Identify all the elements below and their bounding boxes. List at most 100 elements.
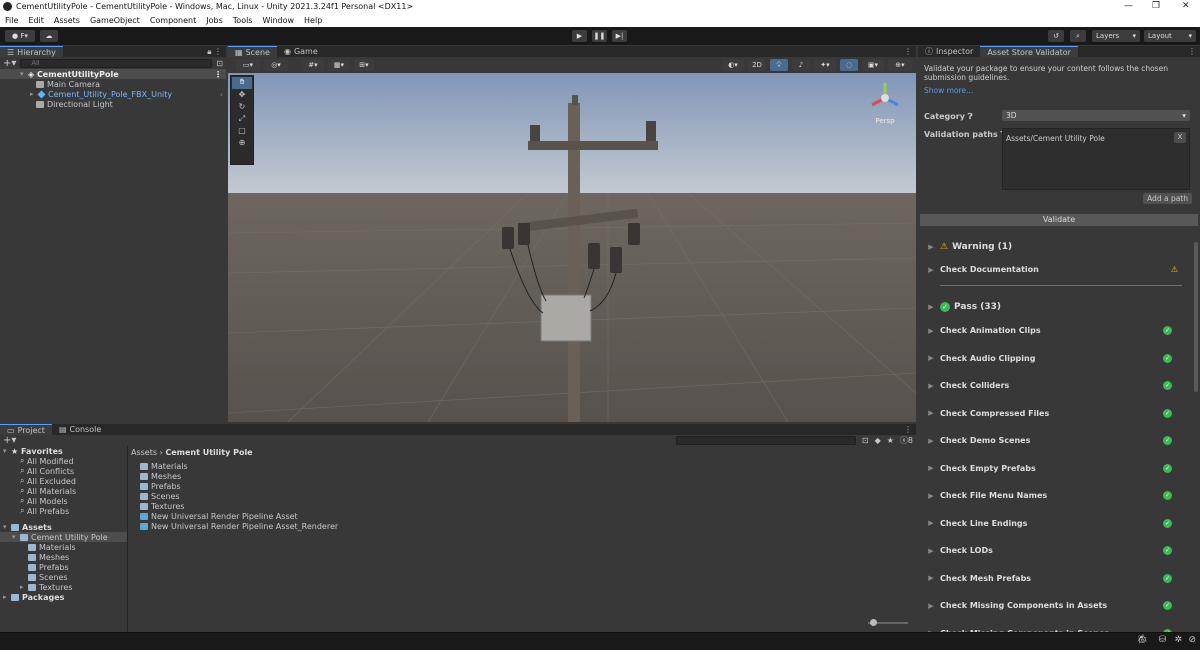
cache-icon[interactable]: ⛁ xyxy=(1158,635,1166,645)
favorites-row[interactable]: ▾ ★ Favorites xyxy=(0,446,127,456)
2d-toggle[interactable]: 2D xyxy=(748,59,766,71)
hierarchy-item[interactable]: ▸ Cement_Utility_Pole_FBX_Unity › xyxy=(0,89,226,99)
slider-handle[interactable] xyxy=(870,619,877,626)
pass-item[interactable]: ▶ Check Line Endings ✓ xyxy=(922,510,1192,537)
gizmos-button[interactable]: ⊕▾ xyxy=(888,59,912,71)
lock-icon[interactable]: 🔒︎ ⋮ xyxy=(207,47,222,57)
tab-game[interactable]: ◉ Game xyxy=(277,46,325,57)
favorite-item[interactable]: ⌕ All Prefabs xyxy=(0,506,127,516)
account-button[interactable]: ● F ▾ xyxy=(5,30,35,42)
pass-item[interactable]: ▶ Check Mesh Prefabs ✓ xyxy=(922,565,1192,592)
breadcrumb-root[interactable]: Assets xyxy=(131,448,157,457)
favorite-item[interactable]: ⌕ All Excluded xyxy=(0,476,127,486)
layout-dropdown[interactable]: Layout ▾ xyxy=(1144,30,1196,42)
rect-tool-icon[interactable]: ▢ xyxy=(231,126,253,138)
camera-button[interactable]: ▣▾ xyxy=(862,59,884,71)
hand-tool-icon[interactable]: ✋︎ xyxy=(232,77,252,89)
cloud-button[interactable]: ☁ xyxy=(40,30,58,42)
minimize-icon[interactable]: — xyxy=(1124,1,1133,11)
asset-folder-item[interactable]: Materials xyxy=(0,542,127,552)
scrollbar[interactable] xyxy=(1194,242,1198,392)
menu-tools[interactable]: Tools xyxy=(233,16,253,25)
maximize-icon[interactable]: ❐ xyxy=(1152,1,1160,11)
show-more-link[interactable]: Show more... xyxy=(918,82,1200,99)
more-icon[interactable]: ⋮ xyxy=(904,47,912,56)
menu-window[interactable]: Window xyxy=(262,16,294,25)
pass-item[interactable]: ▶ Check Audio Clipping ✓ xyxy=(922,345,1192,372)
search-by-type-icon[interactable]: ⊡ xyxy=(862,436,869,445)
hidden-count[interactable]: ⓧ8 xyxy=(900,435,913,446)
add-icon[interactable]: +▾ xyxy=(3,435,16,446)
star-icon[interactable]: ★ xyxy=(887,436,894,445)
asset-folder-item[interactable]: Meshes xyxy=(0,552,127,562)
breadcrumb-current[interactable]: Cement Utility Pole xyxy=(165,448,252,457)
file-item[interactable]: Prefabs xyxy=(140,481,338,491)
add-path-button[interactable]: Add a path xyxy=(1143,193,1192,204)
expand-icon[interactable]: ▾ xyxy=(3,523,11,531)
layers-dropdown[interactable]: Layers ▾ xyxy=(1092,30,1140,42)
history-button[interactable]: ↺ xyxy=(1048,30,1064,42)
file-item[interactable]: Textures xyxy=(140,501,338,511)
more-icon[interactable]: ⋮ xyxy=(904,425,912,434)
scale-tool-icon[interactable]: ⤢ xyxy=(231,114,253,126)
label-icon[interactable]: ◆ xyxy=(875,436,881,445)
filter-icon[interactable]: ⊡ xyxy=(216,59,223,68)
search-button[interactable]: ⌕ xyxy=(1070,30,1086,42)
expand-icon[interactable]: ▾ xyxy=(3,447,11,455)
asset-folder-item[interactable]: Scenes xyxy=(0,572,127,582)
hidden-objects-toggle[interactable]: ◌ xyxy=(840,59,858,71)
category-dropdown[interactable]: 3D ▾ xyxy=(1002,110,1190,121)
file-item[interactable]: New Universal Render Pipeline Asset xyxy=(140,511,338,521)
tab-inspector[interactable]: ⓘ Inspector xyxy=(918,46,980,57)
menu-jobs[interactable]: Jobs xyxy=(206,16,223,25)
scene-row[interactable]: ▾ ◈ CementUtilityPole ⋮ xyxy=(0,69,226,79)
expand-icon[interactable]: ▸ xyxy=(20,583,28,591)
transform-tool-icon[interactable]: ⊕ xyxy=(231,138,253,150)
audio-toggle[interactable]: ♪ xyxy=(792,59,810,71)
tab-hierarchy[interactable]: ☰ Hierarchy xyxy=(0,46,63,57)
menu-component[interactable]: Component xyxy=(150,16,196,25)
assets-row[interactable]: ▾ Assets xyxy=(0,522,127,532)
rotate-tool-icon[interactable]: ↻ xyxy=(231,102,253,114)
help-icon[interactable]: ❓︎ xyxy=(968,112,973,121)
tab-asset-store-validator[interactable]: Asset Store Validator xyxy=(980,46,1078,57)
asset-folder-item[interactable]: Prefabs xyxy=(0,562,127,572)
play-button[interactable]: ▶ xyxy=(572,30,587,42)
file-item[interactable]: New Universal Render Pipeline Asset_Rend… xyxy=(140,521,338,531)
favorite-item[interactable]: ⌕ All Conflicts xyxy=(0,466,127,476)
pass-item[interactable]: ▶ Check Colliders ✓ xyxy=(922,372,1192,399)
tab-console[interactable]: ▤ Console xyxy=(52,424,108,435)
step-button[interactable]: ▶| xyxy=(612,30,627,42)
tab-scene[interactable]: ▦ Scene xyxy=(228,46,277,57)
pass-item[interactable]: ▶ Check Animation Clips ✓ xyxy=(922,317,1192,344)
zoom-slider[interactable] xyxy=(868,619,908,626)
lighting-toggle[interactable]: 💡︎ xyxy=(770,59,788,71)
asset-folder-item[interactable]: ▸ Textures xyxy=(0,582,127,592)
expand-icon[interactable]: ▾ xyxy=(20,70,28,78)
snap-increment-button[interactable]: ⊞▾ xyxy=(354,59,374,71)
more-icon[interactable]: ⋮ xyxy=(214,70,222,79)
file-item[interactable]: Meshes xyxy=(140,471,338,481)
expand-icon[interactable]: ▾ xyxy=(12,533,20,541)
pass-section-header[interactable]: ▶ ✓ Pass (33) xyxy=(922,293,1192,320)
pass-item[interactable]: ▶ Check LODs ✓ xyxy=(922,537,1192,564)
remove-path-button[interactable]: X xyxy=(1174,132,1186,143)
bug-report-icon[interactable]: ✲ xyxy=(1174,635,1182,645)
grid-snap-button[interactable]: #▾ xyxy=(302,59,324,71)
menu-edit[interactable]: Edit xyxy=(28,16,44,25)
validate-button[interactable]: Validate xyxy=(920,214,1198,226)
grid-button[interactable]: ▦▾ xyxy=(328,59,350,71)
pivot-button[interactable]: ◎▾ xyxy=(264,59,288,71)
pass-item[interactable]: ▶ Check Missing Components in Assets ✓ xyxy=(922,592,1192,619)
warning-item[interactable]: ▶ Check Documentation ⚠ xyxy=(922,256,1192,283)
hierarchy-item[interactable]: Directional Light xyxy=(0,99,226,109)
favorite-item[interactable]: ⌕ All Modified xyxy=(0,456,127,466)
more-icon[interactable]: ⋮ xyxy=(1188,47,1196,56)
effects-button[interactable]: ✦▾ xyxy=(814,59,836,71)
shading-mode-button[interactable]: ◐▾ xyxy=(722,59,744,71)
file-item[interactable]: Materials xyxy=(140,461,338,471)
pass-item[interactable]: ▶ Check Demo Scenes ✓ xyxy=(922,427,1192,454)
chevron-right-icon[interactable]: › xyxy=(220,90,223,99)
pass-item[interactable]: ▶ Check File Menu Names ✓ xyxy=(922,482,1192,509)
lighting-status-icon[interactable]: ⊘ xyxy=(1188,635,1196,645)
